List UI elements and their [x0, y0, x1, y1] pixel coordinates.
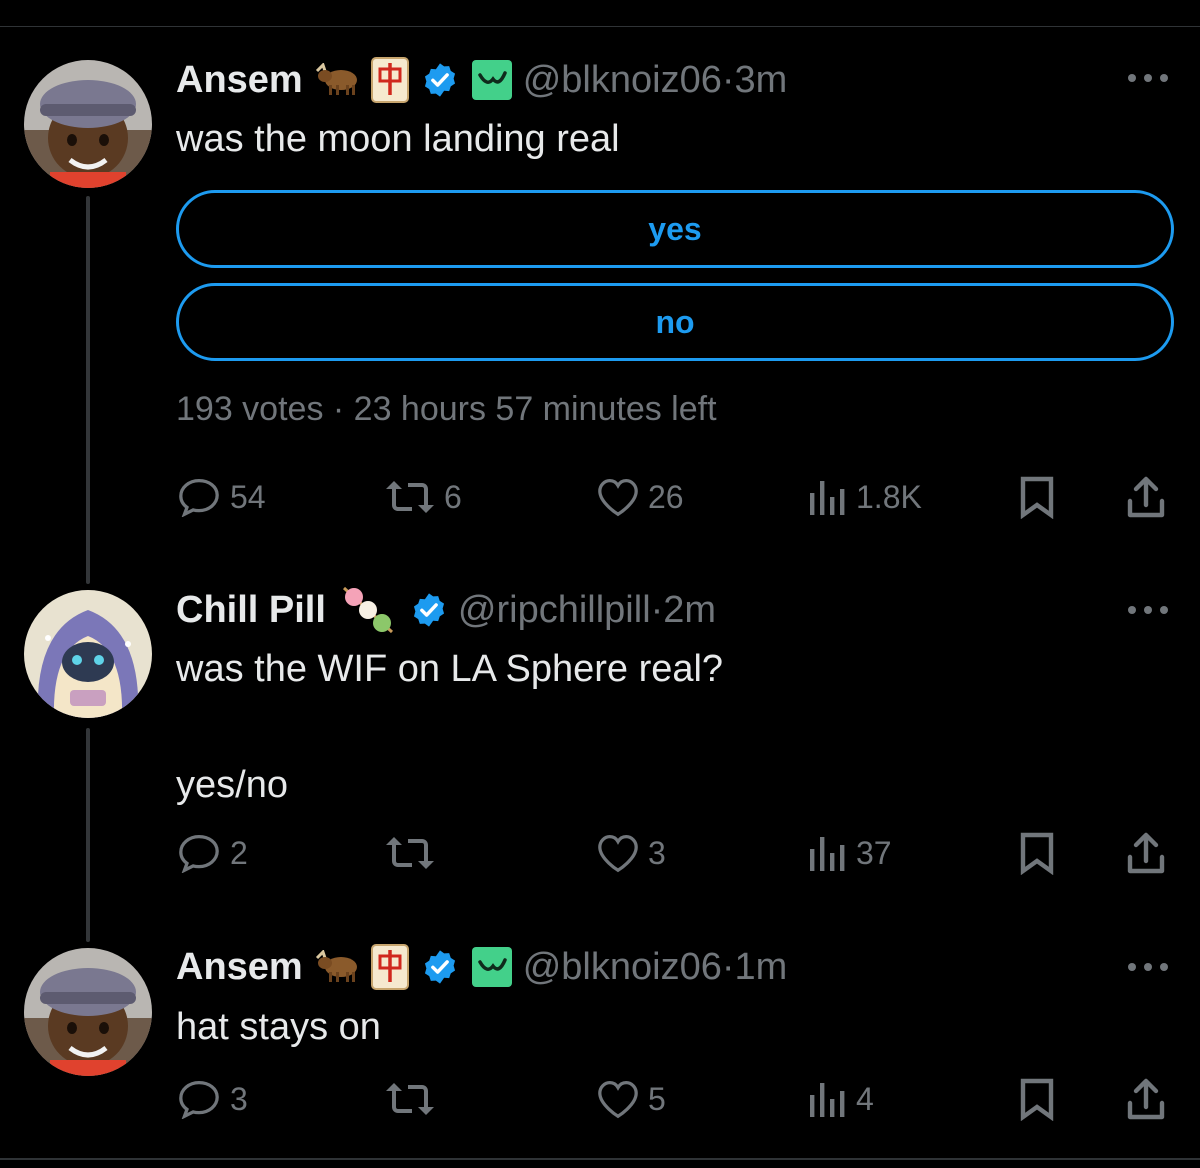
avatar[interactable] [24, 590, 152, 718]
post-text: was the moon landing real [176, 118, 620, 160]
post-text: was the WIF on LA Sphere real? [176, 648, 724, 690]
repost-button[interactable] [384, 828, 444, 878]
share-icon [1127, 832, 1165, 874]
ox-emoji [315, 63, 359, 97]
verified-badge-icon [410, 591, 448, 629]
user-handle[interactable]: @blknoiz06 [523, 59, 722, 102]
poll-option-no[interactable]: no [176, 283, 1174, 361]
timestamp[interactable]: 3m [735, 59, 788, 102]
views-button[interactable]: 37 [808, 828, 892, 878]
more-icon[interactable] [1126, 957, 1170, 982]
bookmark-icon [1020, 832, 1054, 875]
share-button[interactable] [1126, 828, 1166, 878]
share-button[interactable] [1126, 1074, 1166, 1124]
like-icon [598, 478, 638, 517]
views-button[interactable]: 1.8K [808, 472, 922, 522]
display-name[interactable]: Ansem [176, 59, 303, 102]
separator-dot: · [721, 945, 735, 988]
user-handle[interactable]: @blknoiz06 [523, 946, 722, 989]
post-actions: 2 3 37 [176, 828, 1176, 878]
views-button[interactable]: 4 [808, 1074, 874, 1124]
user-handle[interactable]: @ripchillpill [458, 589, 651, 632]
repost-button[interactable]: 6 [384, 472, 462, 522]
reply-count: 3 [230, 1080, 248, 1117]
thread-line [86, 728, 90, 942]
display-name[interactable]: Ansem [176, 946, 303, 989]
post-actions: 54 6 26 1.8K [176, 472, 1176, 522]
like-icon [598, 1080, 638, 1119]
views-icon [810, 1083, 845, 1117]
bookmark-button[interactable] [1018, 472, 1056, 522]
poll-meta: 193 votes · 23 hours 57 minutes left [176, 390, 717, 428]
thread-line [86, 196, 90, 584]
bookmark-button[interactable] [1018, 828, 1056, 878]
bookmark-icon [1020, 1078, 1054, 1121]
verified-badge-icon [421, 61, 459, 99]
bookmark-icon [1020, 476, 1054, 519]
like-button[interactable]: 26 [596, 472, 684, 522]
avatar[interactable] [24, 60, 152, 188]
post-header: Ansem @blknoiz06 · 3m [176, 55, 787, 105]
share-icon [1127, 476, 1165, 518]
repost-icon [386, 837, 434, 869]
bottom-divider [0, 1158, 1200, 1160]
reply-count: 54 [230, 478, 266, 515]
separator-dot: · [721, 58, 735, 101]
ox-emoji [315, 950, 359, 984]
reply-icon [179, 1080, 219, 1119]
reply-icon [179, 834, 219, 873]
post-header: Chill Pill @ripchillpill · 2m [176, 585, 716, 635]
green-app-badge-icon [471, 59, 513, 101]
verified-badge-icon [421, 948, 459, 986]
display-name[interactable]: Chill Pill [176, 589, 326, 632]
post-header: Ansem @blknoiz06 · 1m [176, 942, 787, 992]
like-button[interactable]: 3 [596, 828, 666, 878]
like-count: 26 [648, 478, 684, 515]
more-icon[interactable] [1126, 68, 1170, 93]
reply-icon [179, 478, 219, 517]
mahjong-red-dragon-emoji [370, 57, 409, 103]
repost-count: 6 [444, 478, 462, 515]
like-count: 3 [648, 834, 666, 871]
timestamp[interactable]: 2m [663, 589, 716, 632]
share-icon [1127, 1078, 1165, 1120]
green-app-badge-icon [471, 946, 513, 988]
repost-icon [386, 1083, 434, 1115]
views-count: 37 [856, 834, 892, 871]
more-icon[interactable] [1126, 600, 1170, 625]
repost-icon [386, 481, 434, 513]
reply-button[interactable]: 2 [176, 828, 248, 878]
like-icon [598, 834, 638, 873]
views-icon [810, 481, 845, 515]
views-count: 4 [856, 1080, 874, 1117]
mahjong-red-dragon-emoji [370, 944, 409, 990]
post-text: hat stays on [176, 1006, 381, 1048]
views-icon [810, 837, 845, 871]
top-divider [0, 26, 1200, 27]
timestamp[interactable]: 1m [735, 946, 788, 989]
repost-button[interactable] [384, 1074, 444, 1124]
poll-option-yes[interactable]: yes [176, 190, 1174, 268]
dango-emoji [338, 584, 398, 636]
reply-button[interactable]: 3 [176, 1074, 248, 1124]
post-actions: 3 5 4 [176, 1074, 1176, 1124]
like-count: 5 [648, 1080, 666, 1117]
reply-count: 2 [230, 834, 248, 871]
separator-dot: · [650, 588, 664, 631]
views-count: 1.8K [856, 478, 922, 515]
like-button[interactable]: 5 [596, 1074, 666, 1124]
post-text-line: yes/no [176, 764, 288, 806]
reply-button[interactable]: 54 [176, 472, 266, 522]
bookmark-button[interactable] [1018, 1074, 1056, 1124]
share-button[interactable] [1126, 472, 1166, 522]
avatar[interactable] [24, 948, 152, 1076]
